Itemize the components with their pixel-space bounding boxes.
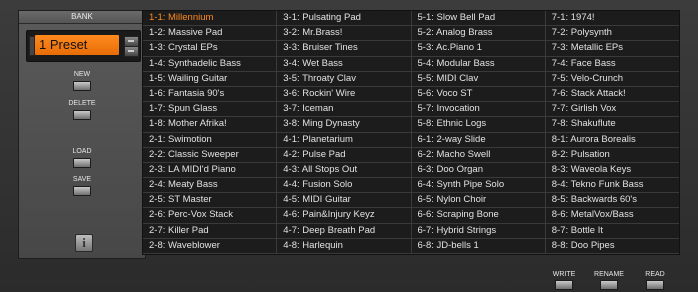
preset-item[interactable]: 7-5: Velo-Crunch [545, 72, 679, 87]
preset-item[interactable]: 4-3: All Stops Out [277, 163, 411, 179]
preset-item[interactable]: 4-1: Planetarium [277, 133, 411, 148]
new-button[interactable]: NEW [67, 70, 97, 91]
preset-item[interactable]: 1-1: Millennium [143, 11, 277, 27]
load-button[interactable]: LOAD [67, 147, 97, 168]
preset-item[interactable]: 2-8: Waveblower [143, 239, 277, 254]
save-button-label: SAVE [72, 176, 92, 183]
preset-item[interactable]: 8-6: MetalVox/Bass [545, 208, 679, 224]
preset-item[interactable]: 3-6: Rockin' Wire [277, 87, 411, 103]
preset-item[interactable]: 6-2: Macho Swell [411, 148, 545, 163]
preset-down-button[interactable] [124, 46, 139, 57]
preset-item[interactable]: 8-5: Backwards 60's [545, 193, 679, 209]
preset-item[interactable]: 1-2: Massive Pad [143, 26, 277, 42]
preset-item[interactable]: 6-3: Doo Organ [411, 163, 545, 179]
preset-item[interactable]: 3-3: Bruiser Tines [277, 41, 411, 57]
preset-column: 1-1: Millennium 1-2: Massive Pad 1-3: Crys… [143, 11, 278, 254]
load-button-label: LOAD [72, 148, 92, 155]
delete-button-cap[interactable] [73, 110, 91, 120]
preset-selector: 1 Preset [26, 30, 141, 62]
preset-item[interactable]: 1-8: Mother Afrika! [143, 117, 277, 133]
delete-button-label: DELETE [68, 100, 96, 107]
preset-item[interactable]: 5-4: Modular Bass [411, 57, 545, 72]
preset-item[interactable]: 2-1: Swimotion [143, 133, 277, 148]
preset-item[interactable]: 8-4: Tekno Funk Bass [545, 178, 679, 194]
preset-column: 5-1: Slow Bell Pad 5-2: Analog Brass 5-3: … [411, 11, 546, 254]
preset-item[interactable]: 5-5: MIDI Clav [411, 72, 545, 87]
rename-button[interactable]: RENAME [589, 270, 629, 290]
rename-button-label: RENAME [594, 271, 624, 278]
read-button-cap[interactable] [646, 280, 664, 290]
delete-button[interactable]: DELETE [67, 99, 97, 120]
preset-item[interactable]: 6-1: 2-way Slide [411, 133, 545, 148]
preset-item[interactable]: 6-4: Synth Pipe Solo [411, 178, 545, 194]
bank-panel: BANK 1 Preset NEW DELETE LOAD SAVE i [18, 10, 146, 259]
new-button-cap[interactable] [73, 81, 91, 91]
preset-item[interactable]: 1-6: Fantasia 90's [143, 87, 277, 103]
preset-item[interactable]: 7-6: Stack Attack! [545, 87, 679, 103]
info-icon[interactable]: i [75, 234, 93, 252]
preset-item[interactable]: 6-6: Scraping Bone [411, 208, 545, 224]
preset-browser-window: BANK 1 Preset NEW DELETE LOAD SAVE i 1-1… [0, 0, 698, 292]
preset-item[interactable]: 5-8: Ethnic Logs [411, 117, 545, 133]
preset-display[interactable]: 1 Preset [35, 35, 119, 55]
preset-item[interactable]: 4-6: Pain&Injury Keyz [277, 208, 411, 224]
preset-item[interactable]: 1-7: Spun Glass [143, 102, 277, 118]
preset-item[interactable]: 3-7: Iceman [277, 102, 411, 118]
load-button-cap[interactable] [73, 158, 91, 168]
preset-item[interactable]: 4-7: Deep Breath Pad [277, 224, 411, 239]
preset-item[interactable]: 8-2: Pulsation [545, 148, 679, 163]
preset-item[interactable]: 3-2: Mr.Brass! [277, 26, 411, 42]
preset-item[interactable]: 2-6: Perc-Vox Stack [143, 208, 277, 224]
preset-item[interactable]: 2-5: ST Master [143, 193, 277, 209]
read-button-label: READ [645, 271, 665, 278]
write-button-label: WRITE [552, 271, 576, 278]
preset-item[interactable]: 5-3: Ac.Piano 1 [411, 41, 545, 57]
preset-item[interactable]: 7-3: Metallic EPs [545, 41, 679, 57]
preset-item[interactable]: 3-4: Wet Bass [277, 57, 411, 72]
preset-item[interactable]: 4-5: MIDI Guitar [277, 193, 411, 209]
preset-item[interactable]: 7-1: 1974! [545, 11, 679, 27]
preset-item[interactable]: 2-7: Killer Pad [143, 224, 277, 239]
preset-item[interactable]: 2-3: LA MIDI'd Piano [143, 163, 277, 179]
write-button-cap[interactable] [555, 280, 573, 290]
preset-grid: 1-1: Millennium 1-2: Massive Pad 1-3: Crys… [142, 10, 680, 255]
preset-item[interactable]: 2-2: Classic Sweeper [143, 148, 277, 163]
preset-item[interactable]: 7-4: Face Bass [545, 57, 679, 72]
preset-item[interactable]: 7-8: Shakuflute [545, 117, 679, 133]
preset-item[interactable]: 3-5: Throaty Clav [277, 72, 411, 87]
read-button[interactable]: READ [635, 270, 675, 290]
preset-item[interactable]: 8-1: Aurora Borealis [545, 133, 679, 148]
preset-item[interactable]: 2-4: Meaty Bass [143, 178, 277, 194]
save-button-cap[interactable] [73, 186, 91, 196]
preset-item[interactable]: 5-6: Voco ST [411, 87, 545, 103]
bank-label: BANK [19, 11, 145, 24]
preset-display-text: 1 Preset [39, 37, 88, 52]
preset-item[interactable]: 4-4: Fusion Solo [277, 178, 411, 194]
preset-item[interactable]: 7-2: Polysynth [545, 26, 679, 42]
preset-item[interactable]: 6-7: Hybrid Strings [411, 224, 545, 239]
preset-item[interactable]: 8-3: Waveola Keys [545, 163, 679, 179]
preset-item[interactable]: 8-8: Doo Pipes [545, 239, 679, 254]
preset-item[interactable]: 1-3: Crystal EPs [143, 41, 277, 57]
preset-column: 7-1: 1974! 7-2: Polysynth 7-3: Metallic EP… [545, 11, 679, 254]
save-button[interactable]: SAVE [67, 175, 97, 196]
preset-item[interactable]: 4-8: Harlequin [277, 239, 411, 254]
preset-item[interactable]: 3-8: Ming Dynasty [277, 117, 411, 133]
rename-button-cap[interactable] [600, 280, 618, 290]
preset-item[interactable]: 6-8: JD-bells 1 [411, 239, 545, 254]
preset-item[interactable]: 3-1: Pulsating Pad [277, 11, 411, 27]
write-button[interactable]: WRITE [544, 270, 584, 290]
preset-item[interactable]: 1-5: Wailing Guitar [143, 72, 277, 87]
preset-item[interactable]: 8-7: Bottle It [545, 224, 679, 239]
preset-item[interactable]: 1-4: Synthadelic Bass [143, 57, 277, 72]
preset-item[interactable]: 4-2: Pulse Pad [277, 148, 411, 163]
preset-item[interactable]: 7-7: Girlish Vox [545, 102, 679, 118]
preset-column: 3-1: Pulsating Pad 3-2: Mr.Brass! 3-3: Bru… [277, 11, 412, 254]
new-button-label: NEW [73, 71, 91, 78]
preset-item[interactable]: 5-1: Slow Bell Pad [411, 11, 545, 27]
preset-item[interactable]: 6-5: Nylon Choir [411, 193, 545, 209]
preset-item[interactable]: 5-7: Invocation [411, 102, 545, 118]
preset-item[interactable]: 5-2: Analog Brass [411, 26, 545, 42]
